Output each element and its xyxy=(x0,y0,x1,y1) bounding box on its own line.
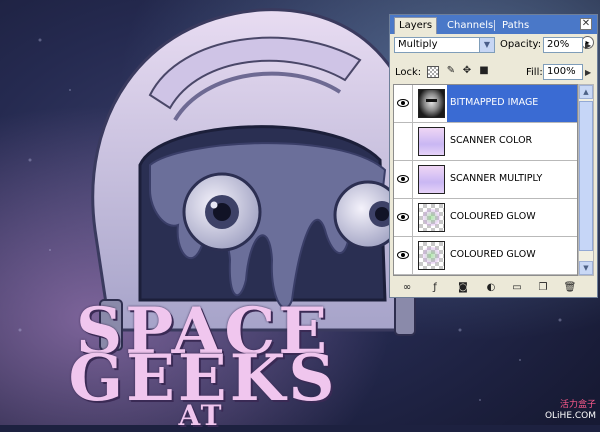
scroll-down-icon[interactable]: ▼ xyxy=(579,261,593,275)
poster-title-at: AT xyxy=(178,399,224,432)
lilac-fill-thumbnail xyxy=(418,165,445,194)
fill-slider-arrow-icon[interactable]: ▶ xyxy=(585,68,591,77)
opacity-field[interactable]: 20% xyxy=(543,37,583,53)
layer-name[interactable]: COLOURED GLOW xyxy=(450,211,536,222)
scroll-up-icon[interactable]: ▲ xyxy=(579,85,593,99)
lock-position-move-icon[interactable]: ✥ xyxy=(461,65,473,77)
layers-panel: Layers Channels Paths ✕ ▸ Multiply ▼ Opa… xyxy=(389,14,598,298)
transparent-glow-thumbnail xyxy=(418,203,445,232)
layer-name[interactable]: BITMAPPED IMAGE xyxy=(450,97,538,108)
lock-pixels-brush-icon[interactable]: ✎ xyxy=(445,65,457,77)
eye-icon xyxy=(397,213,409,221)
group-folder-icon[interactable]: ▭ xyxy=(510,281,524,295)
layer-row[interactable]: BITMAPPED IMAGE xyxy=(394,85,577,123)
visibility-toggle[interactable] xyxy=(394,123,413,160)
visibility-toggle[interactable] xyxy=(394,237,413,274)
layer-row[interactable]: SCANNER MULTIPLY xyxy=(394,161,577,199)
eye-icon xyxy=(397,99,409,107)
panel-tab-bar: Layers Channels Paths ✕ xyxy=(390,15,597,34)
layer-style-icon[interactable]: ƒ xyxy=(428,281,442,295)
trash-icon[interactable]: 🗑 xyxy=(563,281,577,295)
lilac-fill-thumbnail xyxy=(418,127,445,156)
close-icon[interactable]: ✕ xyxy=(580,18,592,30)
layer-row[interactable]: COLOURED GLOW xyxy=(394,237,577,275)
layer-list: BITMAPPED IMAGE SCANNER COLOR SCANNER MU… xyxy=(393,84,578,276)
adjustment-icon[interactable]: ◐ xyxy=(484,281,498,295)
layer-row[interactable]: COLOURED GLOW xyxy=(394,199,577,237)
fill-field[interactable]: 100% xyxy=(543,64,583,80)
layer-name-cell: COLOURED GLOW xyxy=(447,199,577,236)
layer-list-scrollbar[interactable]: ▲ ▼ xyxy=(578,84,594,276)
visibility-toggle[interactable] xyxy=(394,199,413,236)
panel-bottom-toolbar: ∞ ƒ ◙ ◐ ▭ ❐ 🗑 xyxy=(390,279,597,297)
blend-mode-value: Multiply xyxy=(398,39,438,50)
lock-label: Lock: xyxy=(395,67,422,78)
tab-divider xyxy=(494,20,495,31)
layer-name[interactable]: COLOURED GLOW xyxy=(450,249,536,260)
chevron-down-icon: ▼ xyxy=(479,38,494,52)
head-bitmap-thumbnail xyxy=(418,89,445,118)
eye-icon xyxy=(397,175,409,183)
layer-row[interactable]: SCANNER COLOR xyxy=(394,123,577,161)
opacity-label: Opacity: xyxy=(500,39,542,50)
mask-icon[interactable]: ◙ xyxy=(456,281,470,295)
layer-name-cell: BITMAPPED IMAGE xyxy=(447,85,577,122)
opacity-slider-arrow-icon[interactable]: ▶ xyxy=(585,41,591,50)
layer-name[interactable]: SCANNER MULTIPLY xyxy=(450,173,542,184)
layer-name-cell: COLOURED GLOW xyxy=(447,237,577,274)
watermark: 活力盒子 OLiHE.COM xyxy=(545,400,596,422)
layer-name-cell: SCANNER MULTIPLY xyxy=(447,161,577,198)
eye-icon xyxy=(397,251,409,259)
scrollbar-thumb[interactable] xyxy=(579,101,593,251)
lock-transparency-icon[interactable] xyxy=(427,66,439,78)
blend-mode-dropdown[interactable]: Multiply ▼ xyxy=(394,37,495,53)
visibility-toggle[interactable] xyxy=(394,85,413,122)
link-icon[interactable]: ∞ xyxy=(400,281,414,295)
tab-layers[interactable]: Layers xyxy=(394,17,438,34)
tab-channels[interactable]: Channels xyxy=(443,18,497,33)
visibility-toggle[interactable] xyxy=(394,161,413,198)
layer-name[interactable]: SCANNER COLOR xyxy=(450,135,532,146)
tab-paths[interactable]: Paths xyxy=(498,18,533,33)
fill-label: Fill: xyxy=(526,67,543,78)
watermark-url: OLiHE.COM xyxy=(544,411,596,421)
watermark-text: 活力盒子 xyxy=(559,400,596,410)
lock-all-icon[interactable]: ■ xyxy=(478,65,490,77)
new-layer-icon[interactable]: ❐ xyxy=(536,281,550,295)
transparent-glow-thumbnail xyxy=(418,241,445,270)
layer-name-cell: SCANNER COLOR xyxy=(447,123,577,160)
